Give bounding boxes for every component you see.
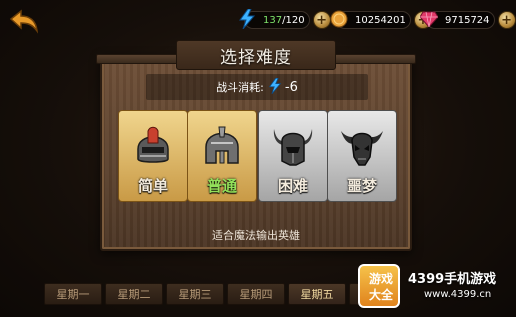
difficulty-hard-label: 困难 — [277, 177, 308, 195]
watermark-url: www.4399.cn — [424, 289, 492, 300]
difficulty-hard-card[interactable]: 困难 — [258, 110, 328, 202]
lightning-icon — [238, 8, 256, 32]
difficulty-easy-label: 简单 — [137, 177, 168, 195]
panel-title: 选择难度 — [176, 40, 336, 70]
site-watermark: 游戏 大全 4399手机游戏 www.4399.cn — [358, 262, 514, 314]
tab-tuesday[interactable]: 星期二 — [105, 283, 163, 305]
tab-wednesday[interactable]: 星期三 — [166, 283, 224, 305]
demon-skull-icon — [341, 131, 383, 166]
knight-helmet-icon — [137, 126, 169, 163]
difficulty-hint: 适合魔法输出英雄 — [212, 229, 300, 242]
tab-thursday[interactable]: 星期四 — [227, 283, 285, 305]
weekday-tabs: 星期一 星期二 星期三 星期四 星期五 星 — [44, 283, 382, 305]
watermark-logo: 游戏 大全 — [358, 264, 400, 308]
difficulty-nightmare-card[interactable]: 噩梦 — [327, 110, 397, 202]
coin-stack-icon — [330, 10, 348, 31]
lightning-icon — [268, 77, 282, 97]
gold-value: 10254201 — [355, 14, 406, 26]
gem-value: 9715724 — [445, 14, 490, 26]
back-arrow-icon — [9, 9, 38, 34]
difficulty-nightmare-label: 噩梦 — [346, 177, 377, 195]
difficulty-normal-card[interactable]: 普通 — [187, 110, 257, 202]
add-energy-button[interactable]: + — [312, 11, 331, 29]
difficulty-easy-card[interactable]: 简单 — [118, 110, 188, 202]
difficulty-normal-label: 普通 — [206, 177, 237, 195]
watermark-text: 4399手机游戏 — [408, 272, 497, 287]
add-gem-button[interactable]: + — [497, 11, 516, 29]
battle-cost-label: 战斗消耗: — [216, 81, 264, 94]
energy-max: /120 — [282, 14, 305, 26]
battle-cost: 战斗消耗: -6 — [146, 74, 368, 100]
game-scene: 137 /120 + 10254201 + 9715724 + — [0, 0, 516, 317]
tab-monday[interactable]: 星期一 — [44, 283, 102, 305]
tab-friday[interactable]: 星期五 — [288, 283, 346, 305]
spartan-helmet-icon — [205, 126, 239, 164]
gem-counter: 9715724 + — [419, 9, 516, 31]
battle-cost-value: -6 — [284, 79, 298, 95]
horned-helmet-icon — [273, 129, 313, 166]
back-button[interactable] — [8, 6, 40, 38]
gem-icon — [419, 11, 439, 30]
energy-current: 137 — [263, 14, 283, 26]
gold-counter: 10254201 + — [330, 9, 432, 31]
energy-counter: 137 /120 + — [238, 8, 331, 32]
